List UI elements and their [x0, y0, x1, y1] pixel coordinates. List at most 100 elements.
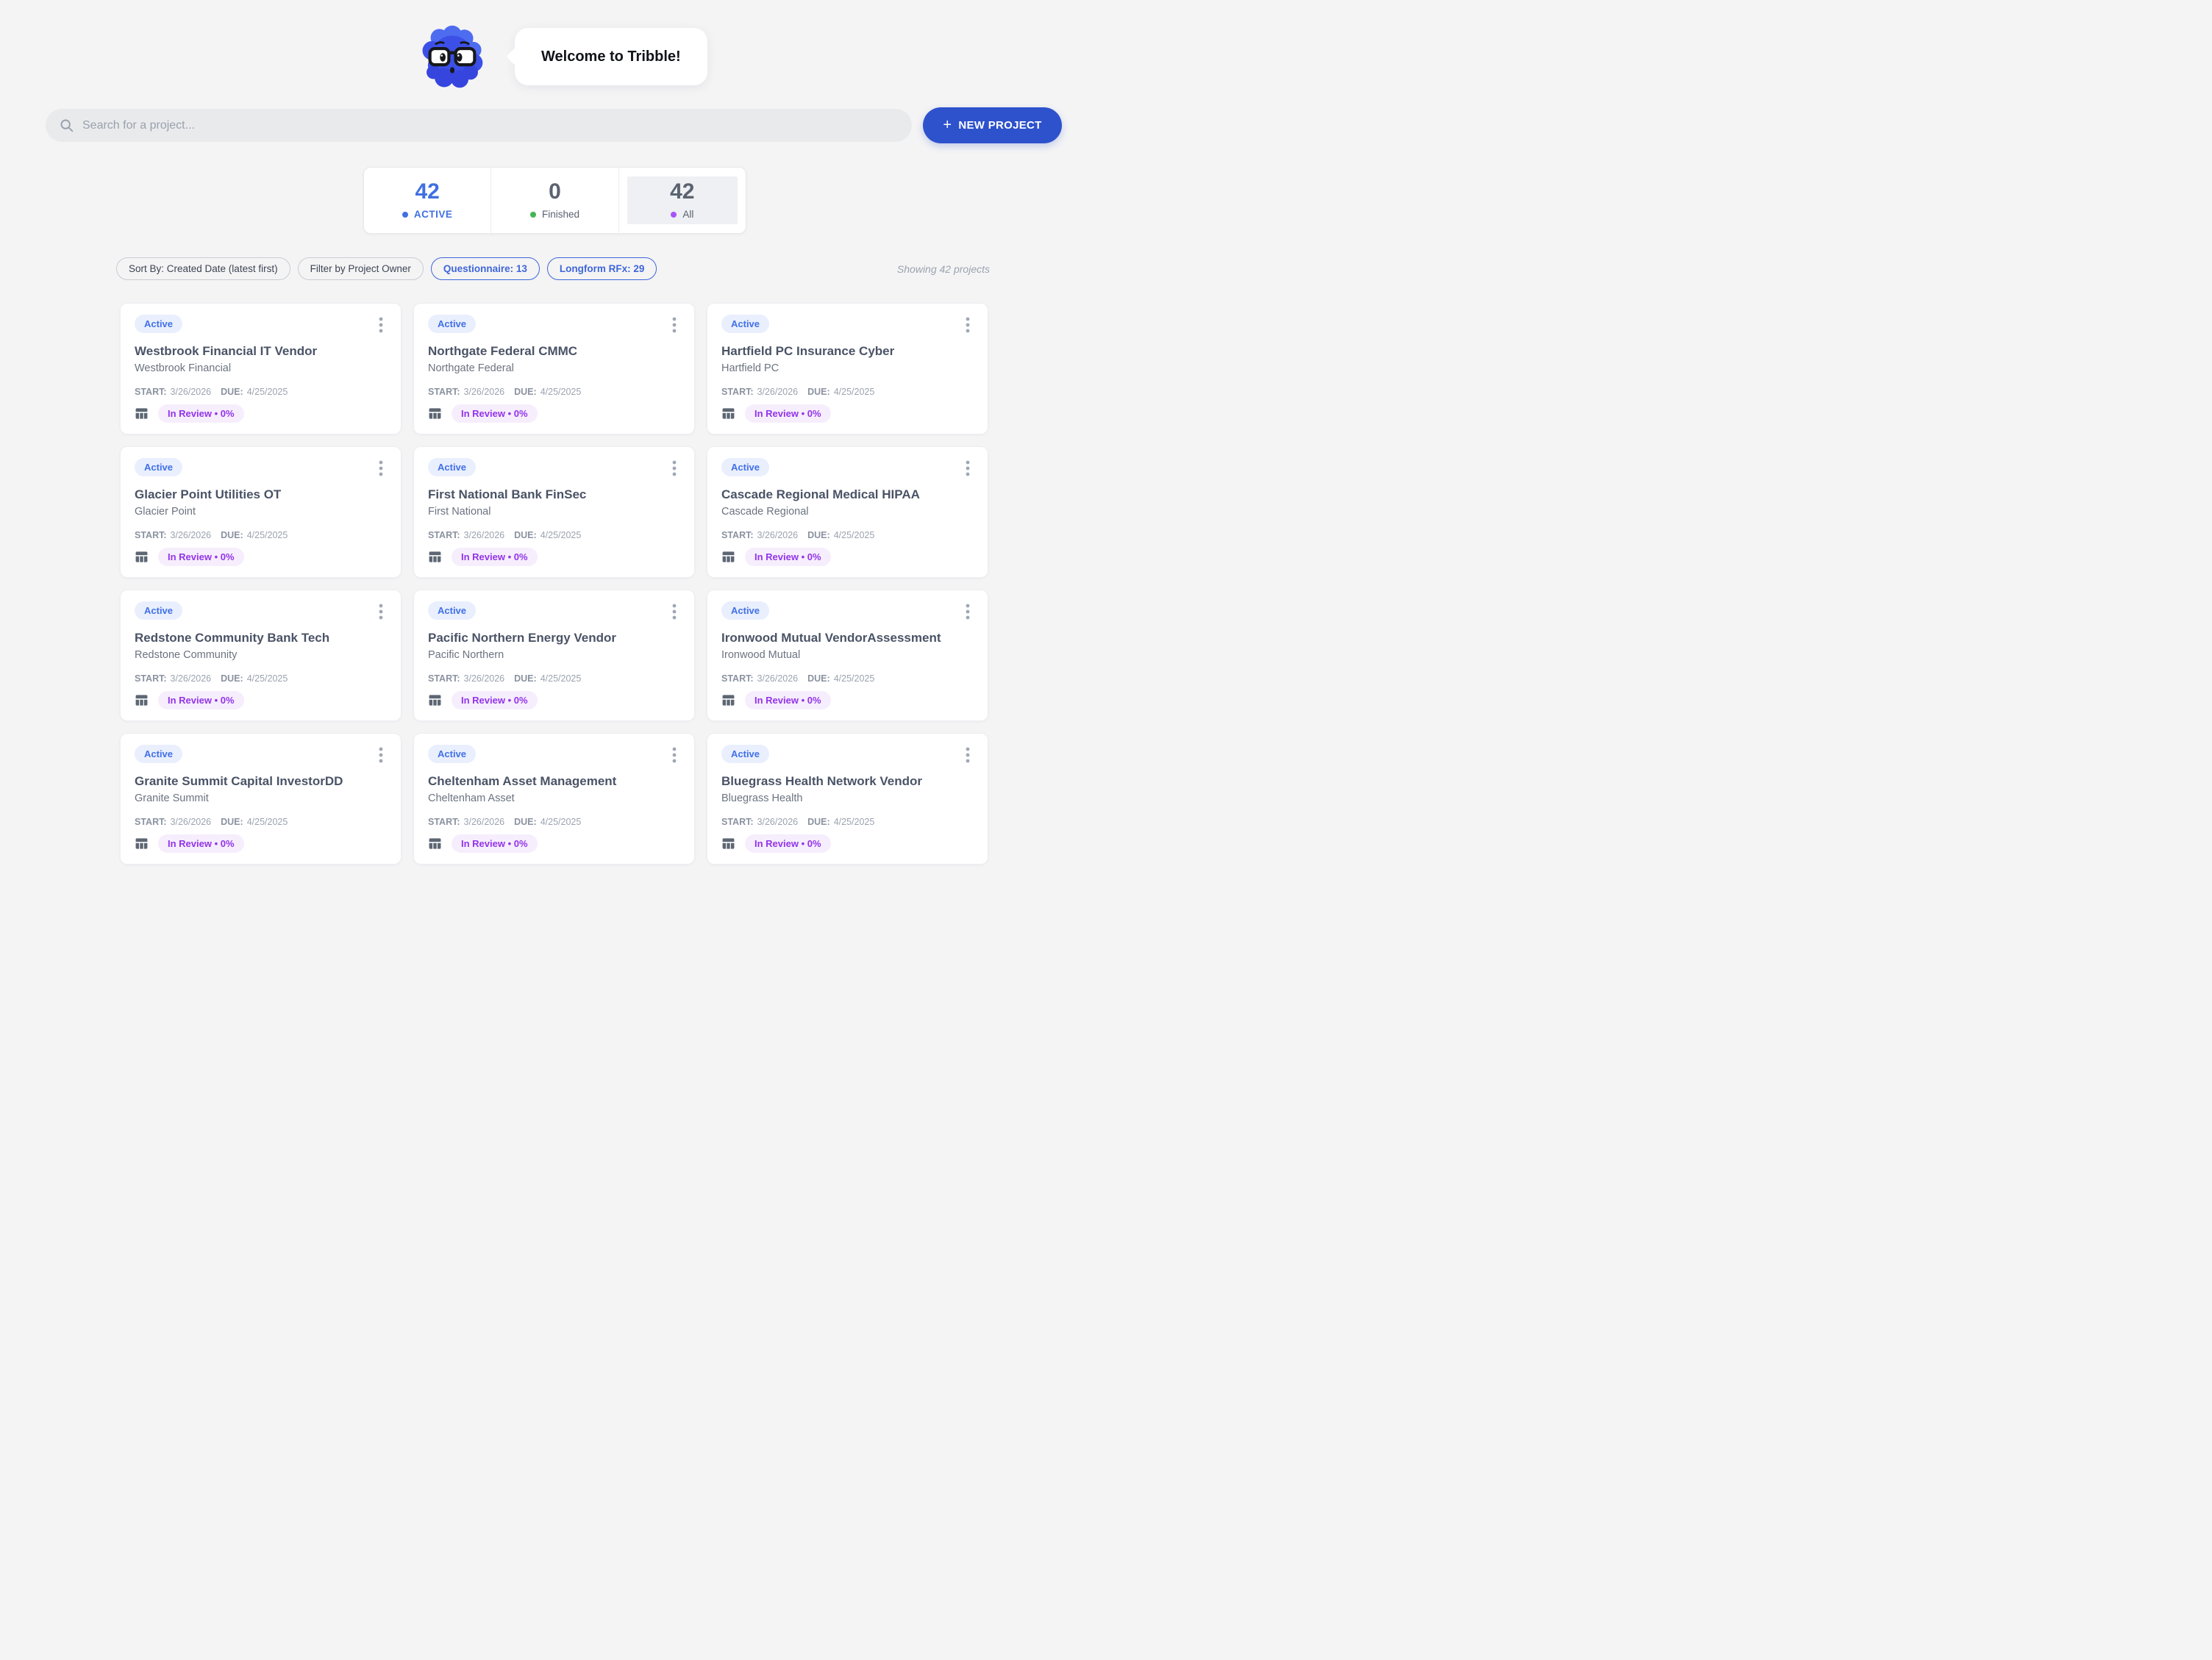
start-label: START:	[721, 530, 754, 540]
stat-all-value: 42	[670, 181, 694, 203]
project-company: Cascade Regional	[721, 505, 974, 518]
project-company: Cheltenham Asset	[428, 792, 680, 805]
project-dates: START: 3/26/2026 DUE: 4/25/2025	[721, 817, 974, 827]
project-card[interactable]: Active Pacific Northern Energy Vendor Pa…	[413, 590, 695, 721]
stat-finished-label: Finished	[542, 209, 579, 220]
status-badge: Active	[428, 458, 476, 476]
table-icon	[721, 837, 735, 851]
project-dates: START: 3/26/2026 DUE: 4/25/2025	[721, 387, 974, 397]
due-date: 4/25/2025	[540, 530, 582, 540]
table-icon	[428, 407, 442, 421]
project-card[interactable]: Active Cheltenham Asset Management Chelt…	[413, 733, 695, 865]
due-date: 4/25/2025	[834, 387, 875, 397]
stat-active-label: ACTIVE	[414, 209, 453, 220]
status-badge: Active	[135, 745, 182, 763]
start-label: START:	[428, 817, 460, 827]
project-company: Glacier Point	[135, 505, 387, 518]
start-date: 3/26/2026	[171, 530, 212, 540]
progress-badge: In Review • 0%	[158, 834, 244, 853]
project-stats-panel: 42 ACTIVE 0 Finished 42 All	[363, 167, 746, 234]
status-badge: Active	[721, 458, 769, 476]
new-project-button[interactable]: + NEW PROJECT	[923, 107, 1062, 143]
more-options-icon[interactable]	[962, 459, 974, 477]
project-title: Northgate Federal CMMC	[428, 343, 680, 359]
tribble-mascot-logo	[416, 24, 488, 91]
project-dates: START: 3/26/2026 DUE: 4/25/2025	[428, 387, 680, 397]
project-company: First National	[428, 505, 680, 518]
progress-badge: In Review • 0%	[452, 548, 538, 566]
project-company: Granite Summit	[135, 792, 387, 805]
more-options-icon[interactable]	[668, 603, 680, 620]
project-title: Hartfield PC Insurance Cyber	[721, 343, 974, 359]
status-badge: Active	[428, 601, 476, 620]
start-label: START:	[428, 530, 460, 540]
project-title: Cheltenham Asset Management	[428, 773, 680, 789]
start-date: 3/26/2026	[757, 673, 799, 684]
project-card[interactable]: Active Cascade Regional Medical HIPAA Ca…	[707, 446, 988, 578]
more-options-icon[interactable]	[375, 459, 387, 477]
project-card[interactable]: Active Northgate Federal CMMC Northgate …	[413, 303, 695, 434]
due-label: DUE:	[807, 530, 830, 540]
due-date: 4/25/2025	[834, 673, 875, 684]
filter-owner-chip[interactable]: Filter by Project Owner	[298, 257, 424, 280]
status-badge: Active	[721, 601, 769, 620]
project-card[interactable]: Active Glacier Point Utilities OT Glacie…	[120, 446, 402, 578]
more-options-icon[interactable]	[375, 746, 387, 764]
active-dot-icon	[402, 212, 408, 218]
project-dates: START: 3/26/2026 DUE: 4/25/2025	[721, 673, 974, 684]
due-date: 4/25/2025	[247, 817, 288, 827]
project-dates: START: 3/26/2026 DUE: 4/25/2025	[135, 673, 387, 684]
longform-rfx-chip[interactable]: Longform RFx: 29	[547, 257, 657, 280]
due-date: 4/25/2025	[834, 817, 875, 827]
table-icon	[428, 693, 442, 707]
results-summary: Showing 42 projects	[897, 263, 990, 275]
table-icon	[135, 837, 149, 851]
more-options-icon[interactable]	[962, 603, 974, 620]
more-options-icon[interactable]	[668, 459, 680, 477]
project-company: Northgate Federal	[428, 362, 680, 375]
start-label: START:	[428, 673, 460, 684]
due-date: 4/25/2025	[540, 817, 582, 827]
more-options-icon[interactable]	[962, 746, 974, 764]
due-date: 4/25/2025	[247, 530, 288, 540]
stat-all[interactable]: 42 All	[618, 168, 746, 233]
status-badge: Active	[721, 745, 769, 763]
project-card[interactable]: Active Westbrook Financial IT Vendor Wes…	[120, 303, 402, 434]
table-icon	[721, 407, 735, 421]
plus-icon: +	[943, 118, 952, 132]
table-icon	[135, 550, 149, 564]
project-card[interactable]: Active Hartfield PC Insurance Cyber Hart…	[707, 303, 988, 434]
project-title: Westbrook Financial IT Vendor	[135, 343, 387, 359]
project-title: First National Bank FinSec	[428, 487, 680, 502]
sort-by-chip[interactable]: Sort By: Created Date (latest first)	[116, 257, 290, 280]
start-label: START:	[135, 817, 167, 827]
questionnaire-chip[interactable]: Questionnaire: 13	[431, 257, 540, 280]
progress-badge: In Review • 0%	[745, 834, 831, 853]
due-label: DUE:	[514, 817, 537, 827]
project-card[interactable]: Active First National Bank FinSec First …	[413, 446, 695, 578]
search-bar	[46, 109, 912, 142]
project-card[interactable]: Active Redstone Community Bank Tech Reds…	[120, 590, 402, 721]
project-card[interactable]: Active Ironwood Mutual VendorAssessment …	[707, 590, 988, 721]
progress-badge: In Review • 0%	[745, 691, 831, 709]
status-badge: Active	[428, 745, 476, 763]
start-date: 3/26/2026	[171, 387, 212, 397]
status-badge: Active	[135, 315, 182, 333]
search-input[interactable]	[46, 109, 912, 142]
more-options-icon[interactable]	[375, 316, 387, 334]
due-label: DUE:	[514, 530, 537, 540]
project-dates: START: 3/26/2026 DUE: 4/25/2025	[428, 673, 680, 684]
more-options-icon[interactable]	[375, 603, 387, 620]
stat-active[interactable]: 42 ACTIVE	[364, 168, 490, 233]
more-options-icon[interactable]	[668, 316, 680, 334]
project-title: Granite Summit Capital InvestorDD	[135, 773, 387, 789]
start-label: START:	[721, 387, 754, 397]
more-options-icon[interactable]	[962, 316, 974, 334]
project-company: Pacific Northern	[428, 648, 680, 662]
project-card[interactable]: Active Granite Summit Capital InvestorDD…	[120, 733, 402, 865]
progress-badge: In Review • 0%	[158, 404, 244, 423]
project-card[interactable]: Active Bluegrass Health Network Vendor B…	[707, 733, 988, 865]
start-date: 3/26/2026	[464, 817, 505, 827]
stat-finished[interactable]: 0 Finished	[490, 168, 618, 233]
more-options-icon[interactable]	[668, 746, 680, 764]
